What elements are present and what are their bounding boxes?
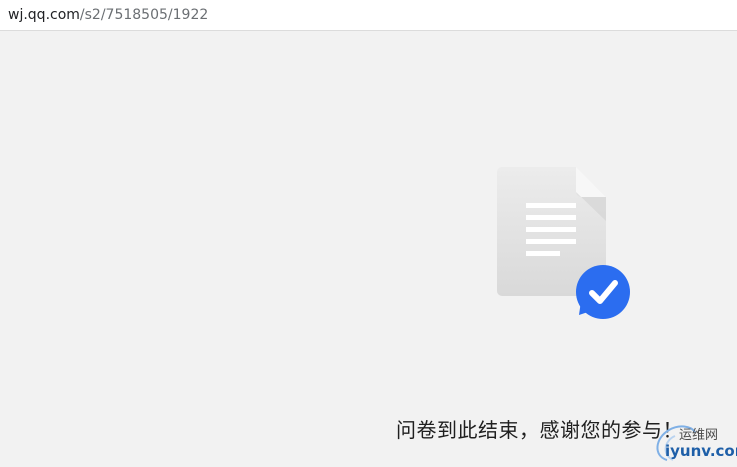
checkmark-badge-icon: [576, 265, 630, 319]
survey-complete-illustration: [497, 167, 630, 319]
survey-end-message: 问卷到此结束，感谢您的参与！: [396, 418, 683, 442]
watermark-cn-text: 运维网: [679, 428, 719, 443]
site-watermark: 运维网 iyunv.com: [651, 420, 737, 464]
url-text[interactable]: wj.qq.com/s2/7518505/1922: [8, 6, 208, 24]
survey-complete-page: wj.qq.com/s2/7518505/1922 问卷到此结束，感谢您的参与！…: [0, 0, 737, 467]
url-path: /s2/7518505/1922: [79, 7, 209, 23]
url-host: wj.qq.com: [8, 7, 80, 23]
address-bar[interactable]: wj.qq.com/s2/7518505/1922: [0, 0, 737, 31]
watermark-en-text: iyunv.com: [665, 442, 737, 460]
